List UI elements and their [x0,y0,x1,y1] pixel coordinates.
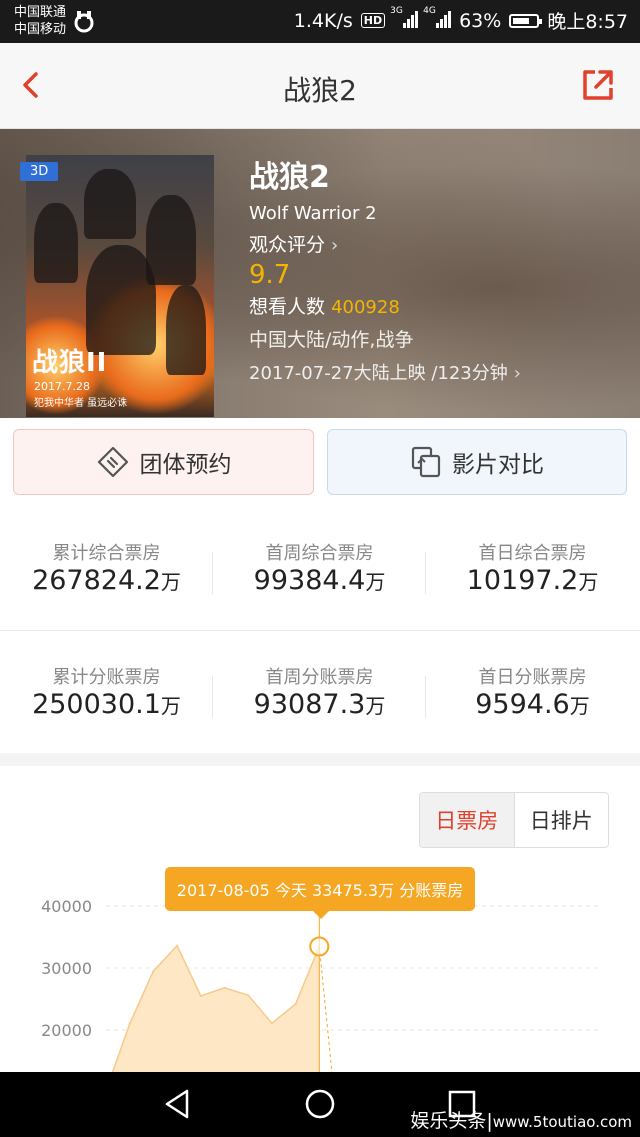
stat-first-week-gross: 首周综合票房 99384.4万 [253,543,386,596]
group-booking-label: 团体预约 [139,452,232,478]
carrier-2: 中国移动 [14,22,67,37]
movie-title: 战狼2 [249,160,330,195]
movie-hero: 3D 战狼II 2017.7.28 犯我中华者 虽远必诛 战狼2 Wolf Wa… [0,129,640,418]
stat-first-day-gross: 首日综合票房 10197.2万 [466,543,599,596]
watermark: 娱乐头条|www.5toutiao.com [410,1110,632,1132]
rating-value: 9.7 [249,260,291,290]
signal-4g-icon: 4G [423,6,452,31]
poster-title: 战狼II [32,348,108,378]
data-point [199,994,202,997]
watermark-text: 娱乐头条 [410,1110,487,1132]
want-count: 400928 [331,297,400,318]
chart-tooltip: 2017-08-05 今天 33475.3万 分账票房 [165,867,475,919]
rating-label: 观众评分 [249,234,326,256]
y-tick-label: 30000 [41,959,92,978]
stat-cumulative-gross: 累计综合票房 267824.2万 [32,543,181,596]
movie-english-title: Wolf Warrior 2 [249,203,377,224]
film-compare-button[interactable]: 影片对比 [327,429,627,495]
movie-genre: 中国大陆/动作,战争 [249,329,414,351]
carrier-1: 中国联通 [14,5,67,20]
data-point [294,1002,297,1005]
stat-cumulative-split: 累计分账票房 250030.1万 [32,667,181,720]
area-fill [112,945,320,1072]
y-tick-label: 40000 [41,897,92,916]
notification-icon [74,11,94,33]
data-point [247,994,250,997]
hd-badge: HD [360,13,386,28]
daily-box-office-chart[interactable]: 40000 30000 20000 [0,766,640,1072]
clock: 晚上8:57 [547,11,628,33]
rating-link[interactable]: 观众评分 › [249,232,521,259]
stat-first-day-split: 首日分账票房 9594.6万 [475,667,590,720]
share-icon[interactable] [580,67,616,103]
status-right: 1.4K/s HD 3G 4G 63% 晚上8:57 [293,6,628,34]
box-office-chart-card: 日票房 日排片 40000 30000 20000 2017-08-05 今天 33… [0,766,640,1072]
page-title: 战狼2 [283,74,357,107]
3d-badge: 3D [20,162,59,181]
compare-icon [411,446,441,478]
action-bar: 团体预约 影片对比 [0,418,640,507]
system-nav-bar: 娱乐头条|www.5toutiao.com [0,1072,640,1137]
data-point [128,1022,131,1025]
movie-info: 战狼2 Wolf Warrior 2 观众评分 › 9.7 想看人数 400928… [249,159,521,388]
poster-date: 2017.7.28 [34,380,90,393]
ticket-icon [97,446,128,478]
group-booking-button[interactable]: 团体预约 [13,429,314,495]
highlight-point [309,936,330,957]
release-link[interactable]: 2017-07-27大陆上映 /123分钟 › [249,360,521,388]
data-point [270,1022,273,1025]
nav-back-icon[interactable] [160,1086,196,1122]
data-point [176,944,179,947]
data-point [152,970,155,973]
signal-3g-icon: 3G [390,6,419,31]
nav-home-icon[interactable] [302,1086,338,1122]
battery-icon [509,13,543,28]
carrier-info: 中国联通 中国移动 [14,4,66,38]
chevron-right-icon: › [331,235,339,256]
stats-row-gross: 累计综合票房 267824.2万 首周综合票房 99384.4万 首日综合票房 … [0,507,640,629]
want-label: 想看人数 [249,296,326,318]
release-info: 2017-07-27大陆上映 /123分钟 [249,363,508,384]
battery-percent: 63% [459,9,502,32]
data-point [223,986,226,989]
y-tick-label: 20000 [41,1021,92,1040]
stat-first-week-split: 首周分账票房 93087.3万 [253,667,386,720]
nav-bar: 战狼2 [0,43,640,129]
watermark-url: www.5toutiao.com [492,1113,632,1131]
forecast-line [318,946,333,1072]
film-compare-label: 影片对比 [452,452,544,478]
status-bar: 中国联通 中国移动 1.4K/s HD 3G 4G 63% 晚上8:57 [0,0,640,43]
box-office-stats: 累计综合票房 267824.2万 首周综合票房 99384.4万 首日综合票房 … [0,507,640,753]
stats-row-split: 累计分账票房 250030.1万 首周分账票房 93087.3万 首日分账票房 … [0,630,640,753]
want-to-see: 想看人数 400928 [249,293,521,322]
chevron-right-icon: › [513,363,521,384]
poster-tagline: 犯我中华者 虽远必诛 [34,398,128,409]
network-speed: 1.4K/s [293,9,353,32]
movie-poster[interactable]: 战狼II 2017.7.28 犯我中华者 虽远必诛 [26,155,214,417]
